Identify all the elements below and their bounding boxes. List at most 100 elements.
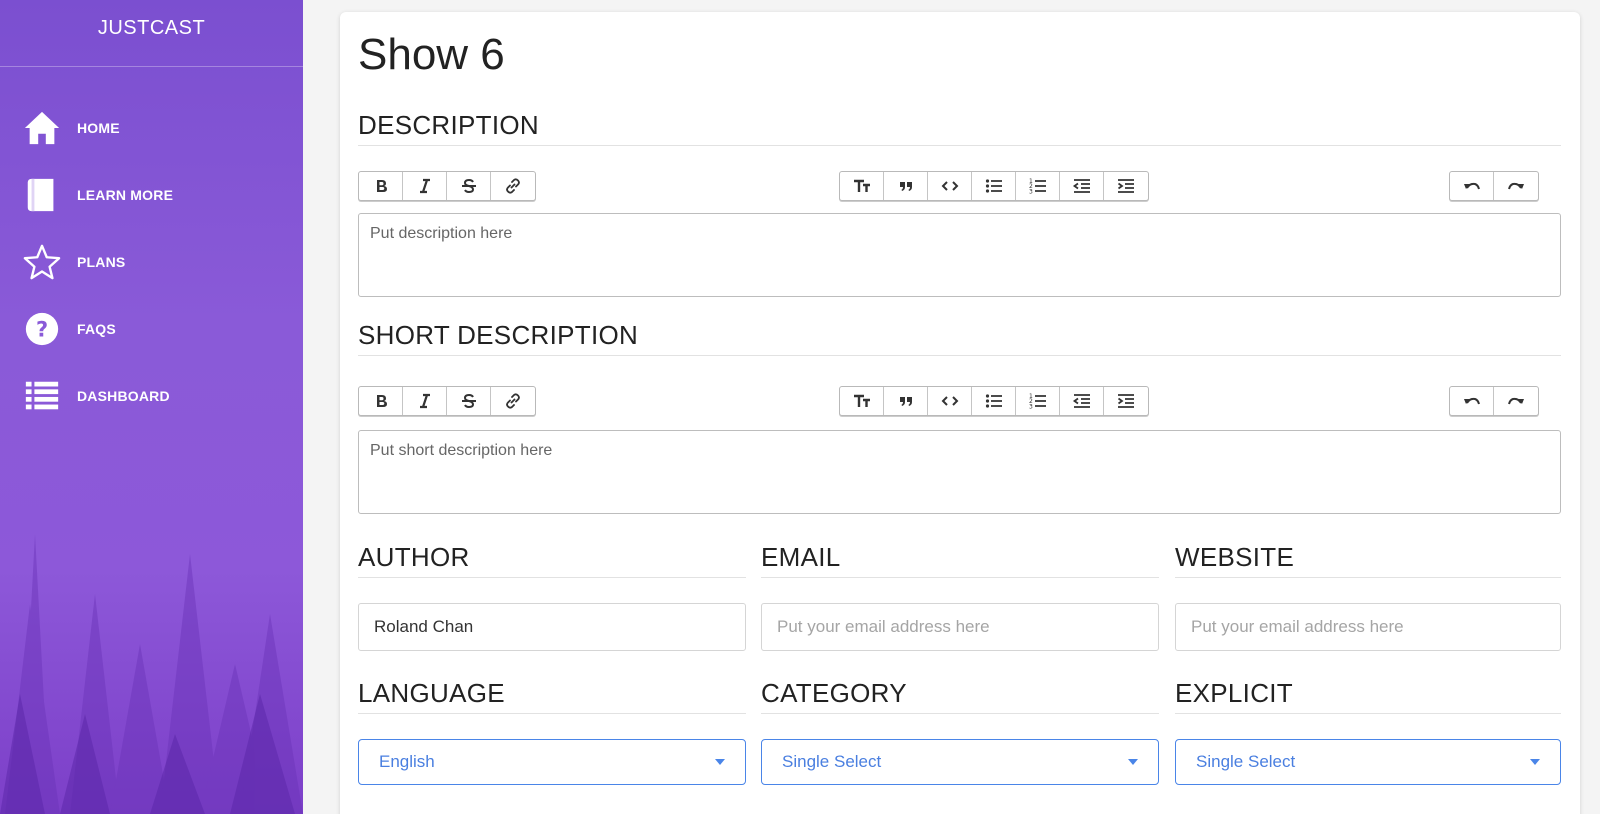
link-icon <box>506 393 520 409</box>
language-select[interactable]: English <box>358 739 746 785</box>
heading-icon <box>853 394 870 407</box>
link-icon <box>506 178 520 194</box>
short-description-editor[interactable]: Put short description here <box>358 430 1561 514</box>
language-label: LANGUAGE <box>358 678 746 714</box>
description-label: DESCRIPTION <box>358 110 1561 146</box>
caret-down-icon <box>715 759 725 765</box>
website-input[interactable]: Put your email address here <box>1175 603 1561 651</box>
heading-button[interactable] <box>840 387 884 415</box>
home-icon <box>22 108 62 148</box>
bold-icon <box>376 180 387 192</box>
sidebar-item-label: HOME <box>77 119 120 136</box>
italic-icon <box>419 178 430 194</box>
undo-button[interactable] <box>1450 387 1494 415</box>
code-icon <box>941 396 958 406</box>
star-icon <box>22 242 62 282</box>
sidebar-item-faqs[interactable]: ? FAQS <box>0 295 303 362</box>
bold-button[interactable] <box>359 387 403 415</box>
brand-logo[interactable]: JUSTCAST <box>0 0 303 67</box>
indent-button[interactable] <box>1104 172 1148 200</box>
bold-icon <box>376 395 387 407</box>
explicit-label: EXPLICIT <box>1175 678 1561 714</box>
short-description-history-toolbar <box>1449 386 1539 416</box>
description-format-toolbar <box>358 171 536 201</box>
numbered-list-icon: 123 <box>1029 393 1046 411</box>
heading-icon <box>853 179 870 192</box>
italic-button[interactable] <box>403 387 447 415</box>
sidebar-nav: HOME LEARN MORE PLANS ? FAQS DASHBOARD <box>0 94 303 429</box>
undo-icon <box>1463 182 1480 190</box>
code-button[interactable] <box>928 172 972 200</box>
sidebar-item-dashboard[interactable]: DASHBOARD <box>0 362 303 429</box>
show-form-card: Show 6 DESCRIPTION 123 Put description h… <box>340 12 1580 814</box>
bulleted-list-icon <box>985 179 1002 193</box>
italic-button[interactable] <box>403 172 447 200</box>
quote-button[interactable] <box>884 387 928 415</box>
quote-button[interactable] <box>884 172 928 200</box>
description-placeholder: Put description here <box>370 225 513 242</box>
strikethrough-icon <box>461 178 476 194</box>
strikethrough-button[interactable] <box>447 172 491 200</box>
sidebar-item-home[interactable]: HOME <box>0 94 303 161</box>
strikethrough-button[interactable] <box>447 387 491 415</box>
quote-icon <box>899 397 912 406</box>
indent-icon <box>1117 179 1134 193</box>
category-label: CATEGORY <box>761 678 1159 714</box>
redo-button[interactable] <box>1494 387 1538 415</box>
category-value: Single Select <box>782 752 882 771</box>
sidebar-item-plans[interactable]: PLANS <box>0 228 303 295</box>
bulleted-list-button[interactable] <box>972 172 1016 200</box>
email-label: EMAIL <box>761 542 1159 578</box>
italic-icon <box>419 393 430 409</box>
numbered-list-icon: 123 <box>1029 178 1046 196</box>
svg-text:3: 3 <box>1029 189 1033 196</box>
numbered-list-button[interactable]: 123 <box>1016 172 1060 200</box>
description-block-toolbar: 123 <box>839 171 1149 201</box>
short-description-block-toolbar: 123 <box>839 386 1149 416</box>
undo-button[interactable] <box>1450 172 1494 200</box>
redo-icon <box>1508 182 1524 190</box>
forest-background <box>0 534 303 814</box>
code-icon <box>941 181 958 191</box>
website-label: WEBSITE <box>1175 542 1561 578</box>
quote-icon <box>899 182 912 191</box>
language-value: English <box>379 752 435 771</box>
explicit-select[interactable]: Single Select <box>1175 739 1561 785</box>
outdent-icon <box>1072 394 1090 408</box>
email-input[interactable]: Put your email address here <box>761 603 1159 651</box>
redo-button[interactable] <box>1494 172 1538 200</box>
list-icon <box>22 376 62 416</box>
sidebar-item-label: DASHBOARD <box>77 387 170 404</box>
link-button[interactable] <box>491 387 535 415</box>
code-button[interactable] <box>928 387 972 415</box>
svg-text:?: ? <box>36 317 48 341</box>
bold-button[interactable] <box>359 172 403 200</box>
sidebar-item-label: PLANS <box>77 253 126 270</box>
strikethrough-icon <box>461 393 476 409</box>
sidebar-item-learn-more[interactable]: LEARN MORE <box>0 161 303 228</box>
bulleted-list-button[interactable] <box>972 387 1016 415</box>
question-icon: ? <box>22 309 62 349</box>
outdent-button[interactable] <box>1060 387 1104 415</box>
category-select[interactable]: Single Select <box>761 739 1159 785</box>
numbered-list-button[interactable]: 123 <box>1016 387 1060 415</box>
short-description-label: SHORT DESCRIPTION <box>358 320 1561 356</box>
author-label: AUTHOR <box>358 542 746 578</box>
outdent-button[interactable] <box>1060 172 1104 200</box>
description-history-toolbar <box>1449 171 1539 201</box>
svg-text:3: 3 <box>1029 404 1033 411</box>
sidebar-item-label: LEARN MORE <box>77 186 174 203</box>
sidebar: JUSTCAST HOME LEARN MORE PLANS ? FAQS DA… <box>0 0 303 814</box>
indent-icon <box>1117 394 1134 408</box>
caret-down-icon <box>1530 759 1540 765</box>
indent-button[interactable] <box>1104 387 1148 415</box>
link-button[interactable] <box>491 172 535 200</box>
sidebar-item-label: FAQS <box>77 320 116 337</box>
outdent-icon <box>1072 179 1090 193</box>
explicit-value: Single Select <box>1196 752 1296 771</box>
description-editor[interactable]: Put description here <box>358 213 1561 297</box>
short-description-format-toolbar <box>358 386 536 416</box>
author-input[interactable]: Roland Chan <box>358 603 746 651</box>
book-icon <box>22 175 62 215</box>
heading-button[interactable] <box>840 172 884 200</box>
